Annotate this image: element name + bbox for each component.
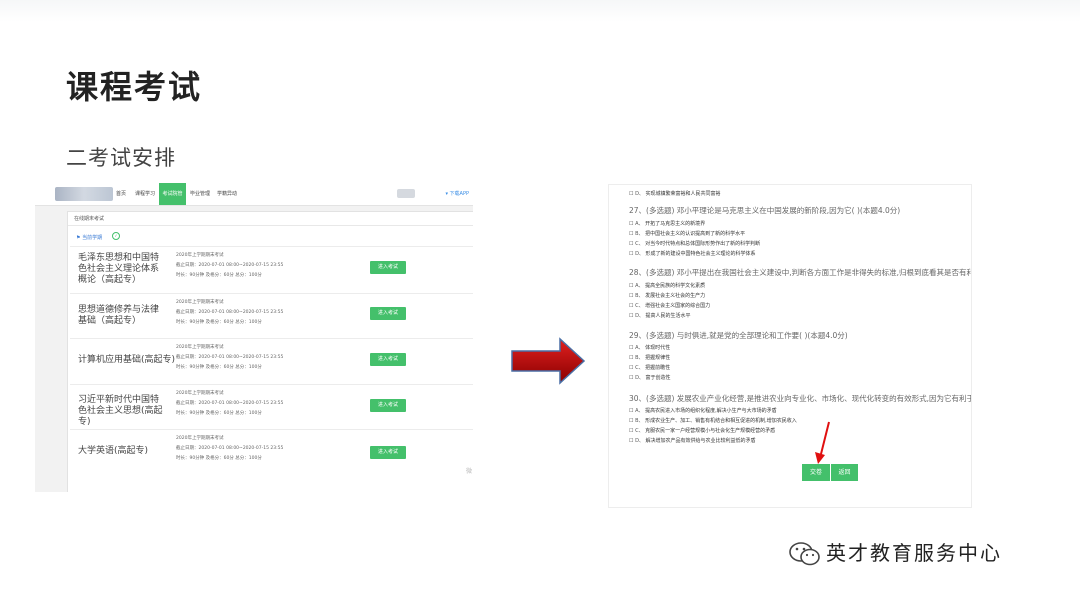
question-title: 27、(多选题) 邓小平理论是马克思主义在中国发展的新阶段,因为它( )(本题4… bbox=[629, 206, 901, 215]
question-title: 28、(多选题) 邓小平提出在我国社会主义建设中,判断各方面工作是非得失的标准,… bbox=[629, 268, 971, 277]
option-c[interactable]: ☐ C、 对当今时代特点和总体国际形势作出了新的科学判断 bbox=[629, 240, 760, 247]
enter-exam-button[interactable]: 进入考试 bbox=[370, 307, 406, 320]
option-d[interactable]: ☐ D、 形成了新的建设中国特色社会主义理论的科学体系 bbox=[629, 250, 756, 257]
course-meta: 2020年上学期期末考试 截止日期：2020-07-01 08:00~2020-0… bbox=[176, 436, 284, 461]
enter-exam-button[interactable]: 进入考试 bbox=[370, 353, 406, 366]
exam-list-screenshot: 首页 课程学习 考试院管 毕业管理 学籍异动 ▾ 下载APP 在线期末考试 ⚑ … bbox=[35, 183, 473, 492]
nav-item-course[interactable]: 课程学习 bbox=[133, 183, 157, 205]
course-meta: 2020年上学期期末考试 截止日期：2020-07-01 08:00~2020-0… bbox=[176, 300, 284, 325]
exam-panel: 在线期末考试 ⚑ 当前学期 ✓ 毛泽东思想和中国特色社会主义理论体系概论（高起专… bbox=[67, 211, 473, 492]
course-meta: 2020年上学期期末考试 截止日期：2020-07-01 08:00~2020-0… bbox=[176, 345, 284, 370]
option-d[interactable]: ☐ D、 解决增加农产品有效供给与农业比较利益低的矛盾 bbox=[629, 437, 756, 444]
option-b[interactable]: ☐ B、 形成农业生产、加工、销售有机结合和相互促进的机制,增加农民收入 bbox=[629, 417, 797, 424]
option-b[interactable]: ☐ B、 把握规律性 bbox=[629, 354, 670, 361]
option-top-d[interactable]: ☐ D、 实现城镇繁荣富裕和人民共同富裕 bbox=[629, 190, 721, 197]
current-term-label: 当前学期 bbox=[82, 235, 103, 241]
option-d[interactable]: ☐ D、 提高人民的生活水平 bbox=[629, 312, 691, 319]
option-b[interactable]: ☐ B、 把中国社会主义的认识提高到了新的科学水平 bbox=[629, 230, 745, 237]
download-app-link[interactable]: ▾ 下载APP bbox=[445, 183, 469, 205]
option-a[interactable]: ☐ A、 提高农民进入市场的组织化程度,解决小生产与大市场的矛盾 bbox=[629, 407, 777, 414]
nav-item-graduation[interactable]: 毕业管理 bbox=[188, 183, 212, 205]
option-c[interactable]: ☐ C、 把握前瞻性 bbox=[629, 364, 670, 371]
option-d[interactable]: ☐ D、 富于创造性 bbox=[629, 374, 671, 381]
red-arrow-icon bbox=[815, 421, 830, 464]
option-a[interactable]: ☐ A、 体现时代性 bbox=[629, 344, 670, 351]
panel-heading: 在线期末考试 bbox=[74, 216, 105, 222]
current-term-filter[interactable]: ⚑ 当前学期 bbox=[76, 234, 102, 241]
submit-button[interactable]: 交卷 bbox=[802, 464, 830, 481]
enter-exam-button[interactable]: 进入考试 bbox=[370, 261, 406, 274]
table-row: 毛泽东思想和中国特色社会主义理论体系概论（高起专） 2020年上学期期末考试 截止… bbox=[70, 246, 473, 292]
table-row: 大学英语(高起专) 2020年上学期期末考试 截止日期：2020-07-01 08… bbox=[70, 429, 473, 475]
divider bbox=[68, 225, 473, 226]
option-a[interactable]: ☐ A、 提高全民族的科学文化素质 bbox=[629, 282, 705, 289]
slide-topbar bbox=[0, 0, 1080, 22]
course-meta: 2020年上学期期末考试 截止日期：2020-07-01 08:00~2020-0… bbox=[176, 253, 284, 278]
slide: 课程考试 二考试安排 首页 课程学习 考试院管 毕业管理 学籍异动 ▾ 下载AP… bbox=[0, 0, 1080, 603]
right-arrow-icon bbox=[511, 337, 586, 385]
course-name: 习近平新时代中国特色社会主义思想(高起专) bbox=[78, 395, 163, 427]
option-c[interactable]: ☐ C、 增强社会主义国家的综合国力 bbox=[629, 302, 710, 309]
table-row: 思想道德修养与法律基础（高起专） 2020年上学期期末考试 截止日期：2020-0… bbox=[70, 293, 473, 339]
table-row: 习近平新时代中国特色社会主义思想(高起专) 2020年上学期期末考试 截止日期：2… bbox=[70, 384, 473, 430]
check-circle-icon[interactable]: ✓ bbox=[112, 232, 120, 240]
slide-subtitle: 二考试安排 bbox=[66, 146, 176, 170]
exam-questions-screenshot: ☐ D、 实现城镇繁荣富裕和人民共同富裕 27、(多选题) 邓小平理论是马克思主… bbox=[609, 185, 971, 507]
enter-exam-button[interactable]: 进入考试 bbox=[370, 399, 406, 412]
nav-item-home[interactable]: 首页 bbox=[111, 183, 131, 205]
top-nav: 首页 课程学习 考试院管 毕业管理 学籍异动 ▾ 下载APP bbox=[35, 183, 473, 206]
table-row: 计算机应用基础(高起专) 2020年上学期期末考试 截止日期：2020-07-01… bbox=[70, 338, 473, 384]
question-title: 29、(多选题) 与时俱进,就是党的全部理论和工作要( )(本题4.0分) bbox=[629, 331, 848, 340]
flag-icon: ⚑ bbox=[76, 235, 81, 241]
slide-title: 课程考试 bbox=[66, 68, 203, 106]
course-meta: 2020年上学期期末考试 截止日期：2020-07-01 08:00~2020-0… bbox=[176, 391, 284, 416]
question-title: 30、(多选题) 发展农业产业化经营,是推进农业向专业化、市场化、现代化转变的有… bbox=[629, 394, 971, 403]
logo bbox=[55, 187, 113, 201]
option-c[interactable]: ☐ C、 克服农民一家一户经营规模小与社会化生产规模经营的矛盾 bbox=[629, 427, 775, 434]
user-avatar[interactable] bbox=[397, 189, 415, 198]
nav-item-exam[interactable]: 考试院管 bbox=[159, 183, 186, 205]
back-button[interactable]: 返回 bbox=[831, 464, 858, 481]
watermark: 微 bbox=[466, 468, 473, 475]
course-name: 思想道德修养与法律基础（高起专） bbox=[78, 305, 160, 326]
enter-exam-button[interactable]: 进入考试 bbox=[370, 446, 406, 459]
course-name: 毛泽东思想和中国特色社会主义理论体系概论（高起专） bbox=[78, 253, 160, 285]
option-a[interactable]: ☐ A、 开拓了马克思主义的新境界 bbox=[629, 220, 705, 227]
nav-item-status[interactable]: 学籍异动 bbox=[215, 183, 239, 205]
wechat-icon bbox=[789, 542, 820, 566]
brand-name: 英才教育服务中心 bbox=[826, 541, 1002, 565]
option-b[interactable]: ☐ B、 发展社会主义社会的生产力 bbox=[629, 292, 705, 299]
